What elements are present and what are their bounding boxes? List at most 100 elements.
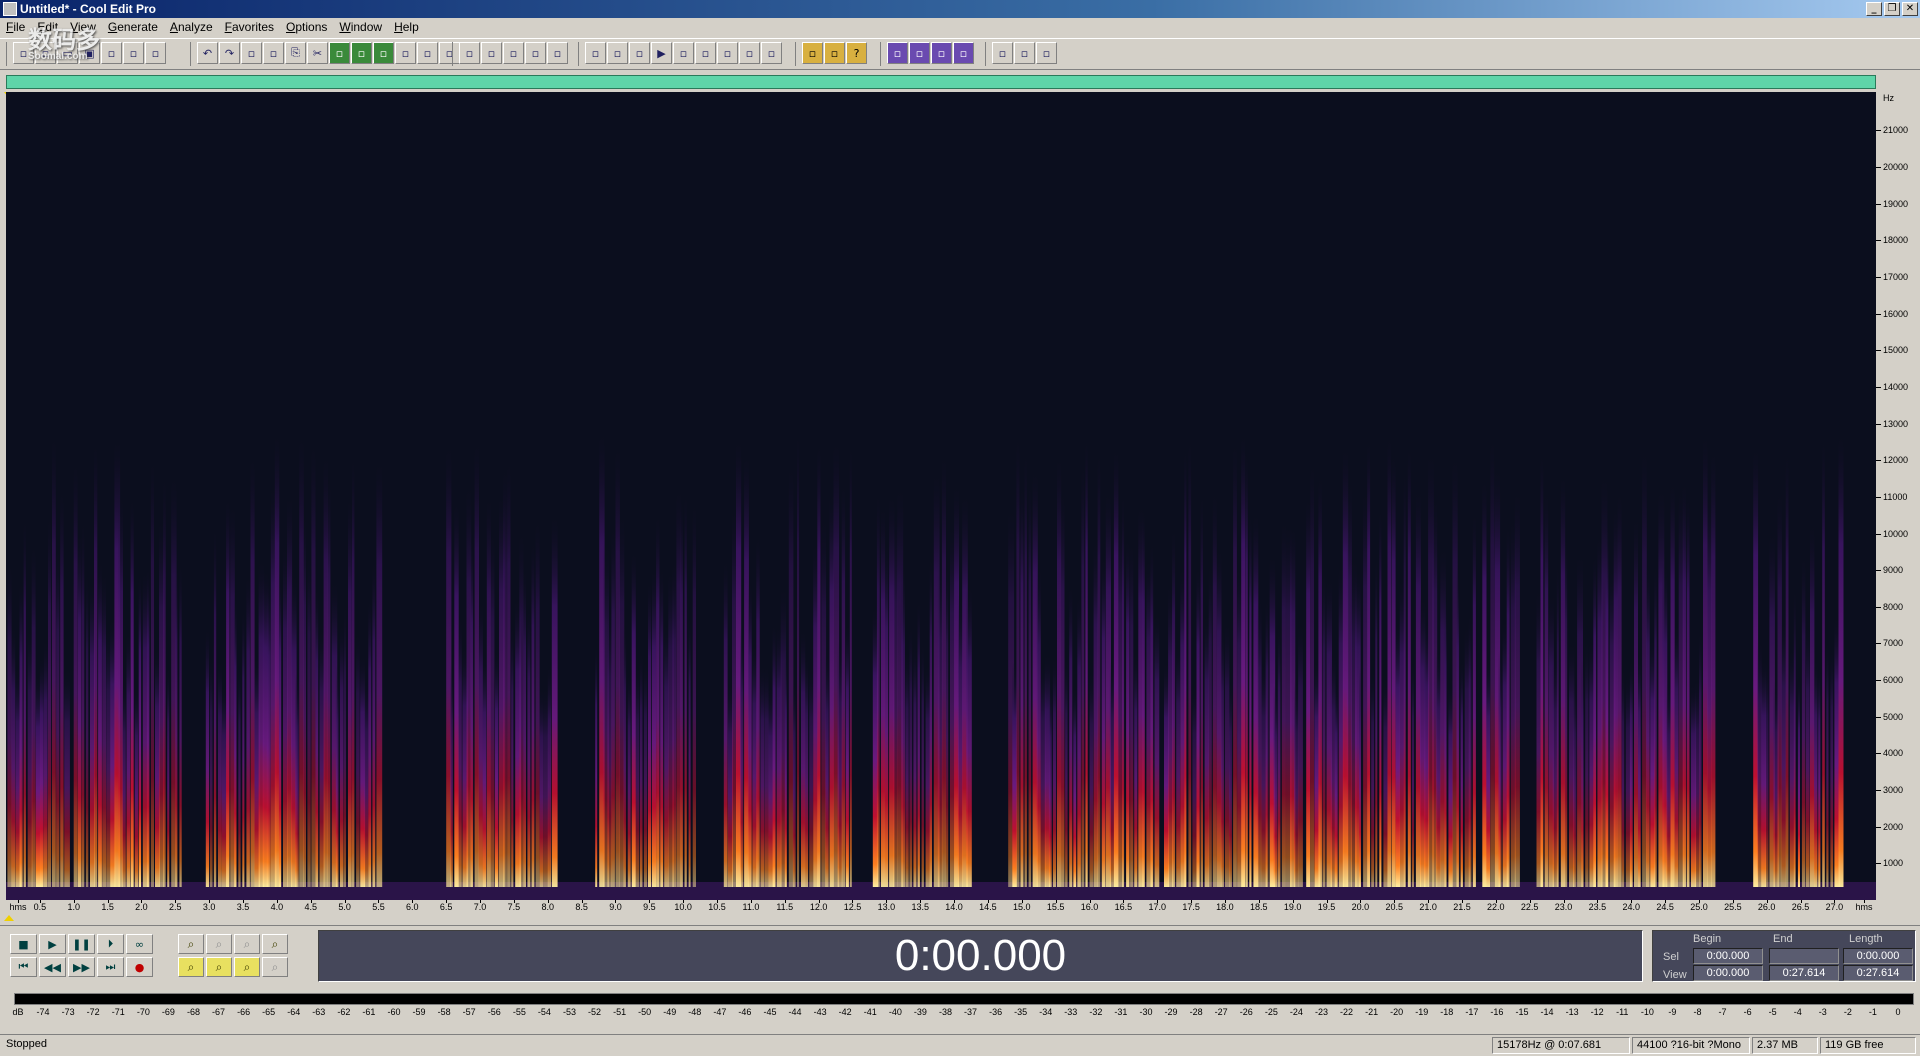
menu-favorites[interactable]: Favorites [219, 18, 280, 37]
crop-icon[interactable]: ▫ [395, 42, 416, 64]
close-file-icon[interactable]: ▫ [123, 42, 144, 64]
amplify-icon[interactable]: ▫ [887, 42, 908, 64]
spectral-energy-band [450, 664, 453, 887]
menu-help[interactable]: Help [388, 18, 425, 37]
spectral-energy-band [327, 471, 331, 887]
menu-generate[interactable]: Generate [102, 18, 164, 37]
time-ruler[interactable]: hms 0.5 1.0 1.5 2.0 2.5 3.0 3.5 4.0 4.5 5.0 5.5 6.0 6… [0, 900, 1876, 916]
spectral-energy-band [1617, 488, 1622, 887]
envelope-icon[interactable]: ▫ [909, 42, 930, 64]
view-label: View [1663, 969, 1687, 981]
level-label: -70 [136, 1007, 150, 1017]
spectral-energy-band [167, 665, 170, 887]
zoom-view-icon[interactable]: ▫ [673, 42, 694, 64]
zoom-in-vertical-icon[interactable]: ⌕ [234, 957, 260, 977]
loop-icon[interactable]: ∞ [126, 934, 153, 954]
stop-icon[interactable]: ■ [10, 934, 37, 954]
level-label: -46 [738, 1007, 752, 1017]
zoom-full-icon[interactable]: ⌕ [234, 934, 260, 954]
minimize-button[interactable]: _ [1866, 2, 1882, 16]
help-icon[interactable]: ? [846, 42, 867, 64]
mix-paste-icon[interactable]: ▫ [373, 42, 394, 64]
trim-icon[interactable]: ▫ [417, 42, 438, 64]
frequency-label: 13000 [1883, 418, 1909, 429]
cue-list-icon[interactable]: ▫ [585, 42, 606, 64]
waveform-view-icon[interactable]: ▫ [459, 42, 480, 64]
paste-new-icon[interactable]: ▫ [351, 42, 372, 64]
level-meter-icon[interactable]: ▫ [739, 42, 760, 64]
view-length-field[interactable]: 0:27.614 [1843, 965, 1913, 981]
sel-end-field[interactable] [1769, 948, 1839, 964]
spectral-view[interactable] [6, 92, 1876, 900]
play-icon[interactable]: ▶ [651, 42, 672, 64]
end-marker-icon[interactable] [4, 915, 14, 921]
sel-length-field[interactable]: 0:00.000 [1843, 948, 1913, 964]
grid-view-icon[interactable]: ▫ [503, 42, 524, 64]
play-icon[interactable]: ▶ [39, 934, 66, 954]
go-to-start-icon[interactable]: ⏮ [10, 957, 37, 977]
noise-reduction-icon[interactable]: ▫ [1036, 42, 1057, 64]
spectral-energy-band [1822, 435, 1825, 887]
menu-window[interactable]: Window [333, 18, 388, 37]
graphic-eq-icon[interactable]: ▫ [992, 42, 1013, 64]
menu-file[interactable]: File [0, 18, 31, 37]
spectral-energy-band [1585, 637, 1589, 887]
repeat-icon[interactable]: ▫ [241, 42, 262, 64]
sel-begin-field[interactable]: 0:00.000 [1693, 948, 1763, 964]
frequency-tick [1876, 350, 1881, 352]
record-icon[interactable]: ● [126, 957, 153, 977]
menu-analyze[interactable]: Analyze [164, 18, 219, 37]
favorites-icon[interactable]: ▫ [824, 42, 845, 64]
go-to-end-icon[interactable]: ⏭ [97, 957, 124, 977]
level-label: -28 [1189, 1007, 1203, 1017]
spectral-view-icon[interactable]: ▫ [481, 42, 502, 64]
meter-view-icon[interactable]: ▫ [547, 42, 568, 64]
play-list-icon[interactable]: ▫ [607, 42, 628, 64]
info-icon[interactable]: ▫ [761, 42, 782, 64]
time-display-icon[interactable]: ▫ [695, 42, 716, 64]
redo-icon[interactable]: ↷ [219, 42, 240, 64]
restore-button[interactable]: ❐ [1884, 2, 1900, 16]
close-button[interactable]: ✕ [1902, 2, 1918, 16]
transport-controls: ■ ▶ ❚❚ ⏵ ∞ ⏮ ◀◀ ▶▶ ⏭ ● [10, 934, 160, 980]
effects-icon[interactable]: ▫ [802, 42, 823, 64]
spectrogram[interactable] [6, 92, 1876, 900]
cut-icon[interactable]: ✂ [307, 42, 328, 64]
menu-options[interactable]: Options [280, 18, 333, 37]
time-label: 25.5 [1724, 902, 1742, 912]
paste-icon[interactable]: ▫ [329, 42, 350, 64]
zoom-selection-icon[interactable]: ⌕ [262, 934, 288, 954]
frequency-label: 10000 [1883, 528, 1909, 539]
frames-icon[interactable]: ▫ [717, 42, 738, 64]
rewind-icon[interactable]: ◀◀ [39, 957, 66, 977]
copy-new-icon[interactable]: ▫ [263, 42, 284, 64]
snap-icon[interactable]: ▫ [629, 42, 650, 64]
zoom-right-icon[interactable]: ⌕ [206, 957, 232, 977]
list-view-icon[interactable]: ▫ [525, 42, 546, 64]
undo-icon[interactable]: ↶ [197, 42, 218, 64]
spectral-energy-band [1048, 686, 1052, 887]
zoom-out-vertical-icon[interactable]: ⌕ [262, 957, 288, 977]
spectral-energy-band [527, 606, 531, 887]
fast-forward-icon[interactable]: ▶▶ [68, 957, 95, 977]
view-end-field[interactable]: 0:27.614 [1769, 965, 1839, 981]
play-to-end-icon[interactable]: ⏵ [97, 934, 124, 954]
new-file-icon[interactable]: ▫ [101, 42, 122, 64]
view-begin-field[interactable]: 0:00.000 [1693, 965, 1763, 981]
zoom-out-icon[interactable]: ⌕ [206, 934, 232, 954]
spectral-energy-band [1781, 619, 1786, 887]
level-label: -24 [1289, 1007, 1303, 1017]
app-icon[interactable] [3, 2, 17, 16]
filter-icon[interactable]: ▫ [1014, 42, 1035, 64]
zoom-left-icon[interactable]: ⌕ [178, 957, 204, 977]
copy-icon[interactable]: ⎘ [285, 42, 306, 64]
pause-icon[interactable]: ❚❚ [68, 934, 95, 954]
overview-bar[interactable] [6, 75, 1876, 89]
title-bar: Untitled* - Cool Edit Pro _ ❐ ✕ [0, 0, 1920, 18]
zoom-in-icon[interactable]: ⌕ [178, 934, 204, 954]
properties-icon[interactable]: ▫ [145, 42, 166, 64]
stretch-icon[interactable]: ▫ [953, 42, 974, 64]
spectral-energy-band [238, 665, 241, 887]
normalize-icon[interactable]: ▫ [931, 42, 952, 64]
spectral-energy-band [1077, 594, 1081, 887]
